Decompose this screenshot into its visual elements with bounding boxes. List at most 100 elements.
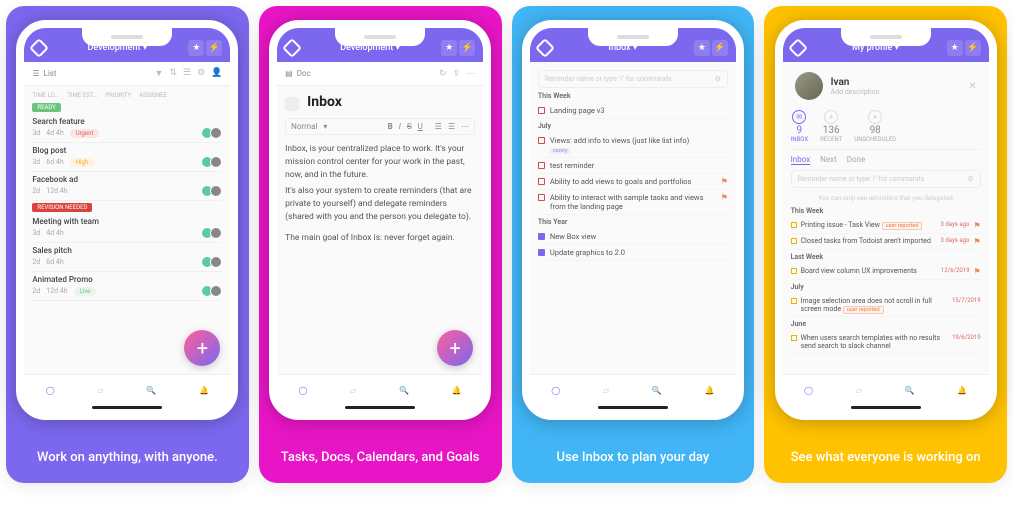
status-group-ready[interactable]: READY [32,103,60,112]
task-row[interactable]: Animated Promo 2d12d 4h Live [32,272,222,301]
checkbox-icon[interactable] [791,238,797,244]
stat-recent[interactable]: ⌕136RECENT [820,110,842,143]
checkbox-icon[interactable] [791,335,797,341]
task-row[interactable]: Sales pitch 2d6d 4h [32,243,222,272]
nav-home-icon[interactable]: ◯ [46,386,55,395]
status-group-revision[interactable]: REVISION NEEDED [32,203,92,212]
nav-search-icon[interactable]: 🔍 [146,386,156,395]
settings-icon[interactable]: ⚙ [197,68,205,79]
stat-unscheduled[interactable]: ⌕98UNSCHEDULED [854,110,896,143]
flag-icon[interactable]: ⚑ [721,193,728,202]
users-icon[interactable]: ☰ [183,68,191,79]
checkbox-icon[interactable] [538,107,545,114]
nav-home-icon[interactable]: ◯ [298,386,307,395]
nav-inbox-icon[interactable]: ▱ [603,386,609,395]
nav-home-icon[interactable]: ◯ [804,386,813,395]
checkbox-icon[interactable] [791,222,797,228]
nav-search-icon[interactable]: 🔍 [652,386,662,395]
showcase-card-2: Development ▾ ★ ⚡ ▤ Doc ↻ ⇪ ⋯ Inbox [259,6,502,483]
reminder-item[interactable]: Closed tasks from Todoist aren't importe… [791,234,981,250]
doc-title[interactable]: Inbox [307,94,342,110]
reminder-input[interactable]: Reminder name or type '/' for commands ⚙ [538,70,728,88]
task-row[interactable]: Meeting with team 3d4d 4h [32,214,222,243]
section-this-week: This Week [791,207,981,215]
reminder-item[interactable]: Printing issue - Task View user reported… [791,218,981,234]
card-caption: Work on anything, with anyone. [31,450,224,465]
stat-inbox[interactable]: ✉9INBOX [791,110,808,143]
share-icon[interactable]: ⇪ [453,69,461,79]
inbox-item[interactable]: New Box view [538,229,728,245]
reminder-item[interactable]: Image selection area does not scroll in … [791,294,981,317]
filter-icon[interactable]: ▼ [155,68,164,79]
flag-icon[interactable]: ⚑ [973,221,980,230]
person-icon[interactable]: 👤 [211,68,222,79]
nav-inbox-icon[interactable]: ▱ [350,386,356,395]
profile-name: Ivan [831,77,880,88]
card-caption: See what everyone is working on [785,450,987,465]
reminder-input[interactable]: Reminder name or type '/' for commands ⚙ [791,170,981,188]
reminder-item[interactable]: Board view column UX improvements 12/6/2… [791,264,981,280]
nav-search-icon[interactable]: 🔍 [905,386,915,395]
nav-home-icon[interactable]: ◯ [551,386,560,395]
inbox-item[interactable]: Views: add info to views (just like list… [538,133,728,158]
gear-icon[interactable]: ⚙ [715,75,721,83]
task-row[interactable]: Blog post 3d6d 4h High [32,143,222,172]
reminder-item[interactable]: When users search templates with no resu… [791,331,981,354]
tab-done[interactable]: Done [847,155,865,165]
doc-toolbar[interactable]: Normal▾ B I S U ☰ ☰ ⋯ [285,118,475,135]
checkbox-icon[interactable] [538,178,545,185]
checkbox-icon[interactable] [538,137,545,144]
flag-icon[interactable]: ⚑ [721,177,728,186]
inbox-item[interactable]: Ability to add views to goals and portfo… [538,174,728,190]
star-icon[interactable]: ★ [188,40,204,56]
nav-notif-icon[interactable]: 🔔 [957,386,967,395]
doc-body[interactable]: Inbox, is your centralized place to work… [285,143,475,244]
view-mode-label[interactable]: Doc [297,69,311,78]
tab-next[interactable]: Next [820,155,837,165]
inbox-item[interactable]: Landing page v3 [538,103,728,119]
bolt-icon[interactable]: ⚡ [459,40,475,56]
bolt-icon[interactable]: ⚡ [712,40,728,56]
flag-icon[interactable]: ⚑ [973,237,980,246]
checkbox-icon[interactable] [791,268,797,274]
star-icon[interactable]: ★ [947,40,963,56]
fab-add-button[interactable]: + [184,330,220,366]
task-row[interactable]: Search feature 3d4d 4h Urgent [32,114,222,143]
history-icon[interactable]: ↻ [439,69,447,79]
profile-description[interactable]: Add description [831,88,880,96]
task-row[interactable]: Facebook ad 2d12d 4h [32,172,222,201]
showcase-card-4: My profile ▾ ★ ⚡ Ivan Add description ✕ … [764,6,1007,483]
fab-add-button[interactable]: + [437,330,473,366]
inbox-item[interactable]: test reminder [538,158,728,174]
nav-inbox-icon[interactable]: ▱ [97,386,103,395]
avatar[interactable] [795,72,823,100]
doc-icon: ▤ [285,69,293,78]
nav-notif-icon[interactable]: 🔔 [452,386,462,395]
checkbox-icon[interactable] [538,249,545,256]
nav-notif-icon[interactable]: 🔔 [705,386,715,395]
nav-notif-icon[interactable]: 🔔 [199,386,209,395]
close-icon[interactable]: ✕ [968,81,976,92]
group-icon[interactable]: ⇅ [169,68,177,79]
tab-inbox[interactable]: Inbox [791,155,811,165]
nav-search-icon[interactable]: 🔍 [399,386,409,395]
checkbox-icon[interactable] [538,162,545,169]
nav-inbox-icon[interactable]: ▱ [856,386,862,395]
bolt-icon[interactable]: ⚡ [965,40,981,56]
checkbox-icon[interactable] [538,233,545,240]
more-icon[interactable]: ⋯ [466,69,475,79]
star-icon[interactable]: ★ [694,40,710,56]
gear-icon[interactable]: ⚙ [967,175,973,183]
checkbox-icon[interactable] [791,298,797,304]
section-this-year: This Year [538,218,728,226]
view-mode-label[interactable]: List [44,69,57,78]
list-ol-icon: ☰ [435,122,442,131]
flag-icon[interactable]: ⚑ [973,267,980,276]
inbox-item[interactable]: Ability to interact with sample tasks an… [538,190,728,215]
clickup-logo-icon [29,38,49,58]
checkbox-icon[interactable] [538,194,545,201]
bolt-icon[interactable]: ⚡ [206,40,222,56]
inbox-item[interactable]: Update graphics to 2.0 [538,245,728,261]
star-icon[interactable]: ★ [441,40,457,56]
profile-header: Ivan Add description ✕ [791,66,981,106]
